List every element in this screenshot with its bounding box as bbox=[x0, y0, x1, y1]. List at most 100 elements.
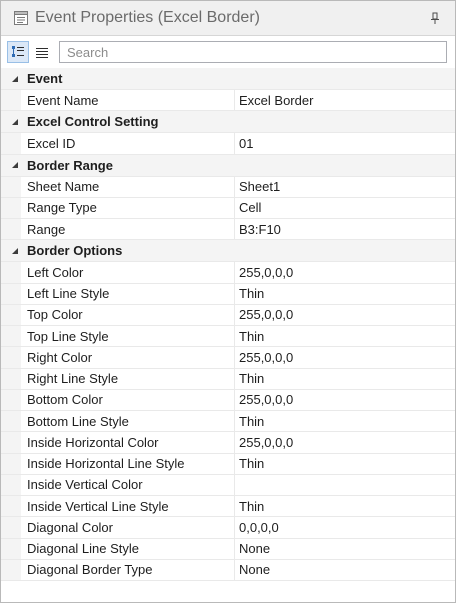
property-value[interactable]: 0,0,0,0 bbox=[235, 517, 455, 537]
property-value[interactable]: 255,0,0,0 bbox=[235, 390, 455, 410]
collapse-triangle-icon[interactable] bbox=[11, 118, 21, 126]
property-value[interactable]: Excel Border bbox=[235, 90, 455, 110]
row-gutter bbox=[1, 176, 21, 197]
property-name: Bottom Color bbox=[21, 389, 235, 410]
property-row[interactable]: Bottom Color 255,0,0,0 bbox=[1, 389, 455, 411]
collapse-triangle-icon[interactable] bbox=[11, 161, 21, 169]
property-value[interactable] bbox=[235, 475, 455, 495]
category-label: Event bbox=[27, 71, 63, 86]
property-value[interactable]: Sheet1 bbox=[235, 177, 455, 197]
row-gutter bbox=[1, 262, 21, 283]
property-row[interactable]: Inside Horizontal Color 255,0,0,0 bbox=[1, 432, 455, 454]
property-name: Diagonal Line Style bbox=[21, 538, 235, 559]
property-name: Inside Horizontal Color bbox=[21, 432, 235, 453]
property-name: Sheet Name bbox=[21, 176, 235, 197]
property-value[interactable]: Thin bbox=[235, 326, 455, 346]
category-row[interactable]: Border Options bbox=[1, 240, 455, 263]
property-name: Right Line Style bbox=[21, 368, 235, 389]
property-name: Left Color bbox=[21, 262, 235, 283]
property-name: Range Type bbox=[21, 197, 235, 218]
property-name: Top Line Style bbox=[21, 326, 235, 347]
property-name: Bottom Line Style bbox=[21, 411, 235, 432]
title-bar: Event Properties (Excel Border) bbox=[1, 1, 455, 36]
row-gutter bbox=[1, 453, 21, 474]
row-gutter bbox=[1, 90, 21, 111]
property-value[interactable]: Thin bbox=[235, 369, 455, 389]
collapse-triangle-icon[interactable] bbox=[11, 75, 21, 83]
category-row[interactable]: Excel Control Setting bbox=[1, 111, 455, 134]
row-gutter bbox=[1, 559, 21, 580]
row-gutter bbox=[1, 219, 21, 240]
property-row[interactable]: Left Color 255,0,0,0 bbox=[1, 262, 455, 284]
row-gutter bbox=[1, 197, 21, 218]
property-name: Inside Vertical Line Style bbox=[21, 496, 235, 517]
row-gutter bbox=[1, 389, 21, 410]
category-label: Border Options bbox=[27, 243, 123, 259]
property-name: Left Line Style bbox=[21, 283, 235, 304]
property-value[interactable]: Thin bbox=[235, 496, 455, 516]
property-row[interactable]: Inside Vertical Line Style Thin bbox=[1, 496, 455, 518]
property-value[interactable]: Thin bbox=[235, 411, 455, 431]
category-row[interactable]: Event bbox=[1, 68, 455, 90]
collapse-triangle-icon[interactable] bbox=[11, 247, 21, 255]
property-name: Top Color bbox=[21, 304, 235, 325]
category-row[interactable]: Border Range bbox=[1, 154, 455, 177]
property-value[interactable]: 01 bbox=[235, 133, 455, 153]
property-name: Range bbox=[21, 219, 235, 240]
row-gutter bbox=[1, 538, 21, 559]
row-gutter bbox=[1, 347, 21, 368]
row-gutter bbox=[1, 133, 21, 154]
pin-icon[interactable] bbox=[429, 11, 441, 25]
property-name: Inside Horizontal Line Style bbox=[21, 453, 235, 474]
window-title: Event Properties (Excel Border) bbox=[35, 9, 260, 26]
property-row[interactable]: Range Type Cell bbox=[1, 197, 455, 219]
toolbar bbox=[1, 36, 455, 69]
search-box bbox=[59, 41, 447, 63]
row-gutter bbox=[1, 432, 21, 453]
property-row[interactable]: Sheet Name Sheet1 bbox=[1, 176, 455, 198]
property-row[interactable]: Diagonal Color 0,0,0,0 bbox=[1, 517, 455, 539]
property-value[interactable]: None bbox=[235, 539, 455, 559]
property-row[interactable]: Inside Horizontal Line Style Thin bbox=[1, 453, 455, 475]
property-row[interactable]: Right Line Style Thin bbox=[1, 368, 455, 390]
property-row[interactable]: Event Name Excel Border bbox=[1, 90, 455, 112]
property-value[interactable]: None bbox=[235, 560, 455, 580]
property-row[interactable]: Range B3:F10 bbox=[1, 219, 455, 241]
property-name: Inside Vertical Color bbox=[21, 474, 235, 495]
alphabetical-view-icon[interactable] bbox=[31, 41, 53, 63]
row-gutter bbox=[1, 496, 21, 517]
property-row[interactable]: Right Color 255,0,0,0 bbox=[1, 347, 455, 369]
row-gutter bbox=[1, 304, 21, 325]
property-value[interactable]: 255,0,0,0 bbox=[235, 347, 455, 367]
row-gutter bbox=[1, 411, 21, 432]
property-name: Right Color bbox=[21, 347, 235, 368]
row-gutter bbox=[1, 326, 21, 347]
property-value[interactable]: 255,0,0,0 bbox=[235, 262, 455, 282]
property-row[interactable]: Diagonal Line Style None bbox=[1, 538, 455, 560]
row-gutter bbox=[1, 283, 21, 304]
property-row[interactable]: Bottom Line Style Thin bbox=[1, 411, 455, 433]
property-name: Diagonal Border Type bbox=[21, 559, 235, 580]
category-label: Excel Control Setting bbox=[27, 114, 159, 130]
properties-panel: Event Properties (Excel Border) Search E… bbox=[0, 0, 456, 603]
property-value[interactable]: B3:F10 bbox=[235, 219, 455, 239]
property-row[interactable]: Left Line Style Thin bbox=[1, 283, 455, 305]
property-row[interactable]: Excel ID 01 bbox=[1, 133, 455, 155]
property-value[interactable]: Cell bbox=[235, 198, 455, 218]
search-input[interactable] bbox=[65, 43, 446, 61]
row-gutter bbox=[1, 474, 21, 495]
property-value[interactable]: Thin bbox=[235, 454, 455, 474]
property-value[interactable]: 255,0,0,0 bbox=[235, 432, 455, 452]
property-name: Event Name bbox=[21, 90, 235, 111]
property-row[interactable]: Inside Vertical Color bbox=[1, 474, 455, 496]
categorized-view-icon[interactable] bbox=[7, 41, 29, 63]
property-name: Excel ID bbox=[21, 133, 235, 154]
row-gutter bbox=[1, 517, 21, 538]
property-name: Diagonal Color bbox=[21, 517, 235, 538]
property-row[interactable]: Top Color 255,0,0,0 bbox=[1, 304, 455, 326]
property-value[interactable]: Thin bbox=[235, 284, 455, 304]
property-value[interactable]: 255,0,0,0 bbox=[235, 305, 455, 325]
property-row[interactable]: Top Line Style Thin bbox=[1, 326, 455, 348]
property-row[interactable]: Diagonal Border Type None bbox=[1, 559, 455, 581]
properties-window-icon bbox=[13, 10, 29, 26]
